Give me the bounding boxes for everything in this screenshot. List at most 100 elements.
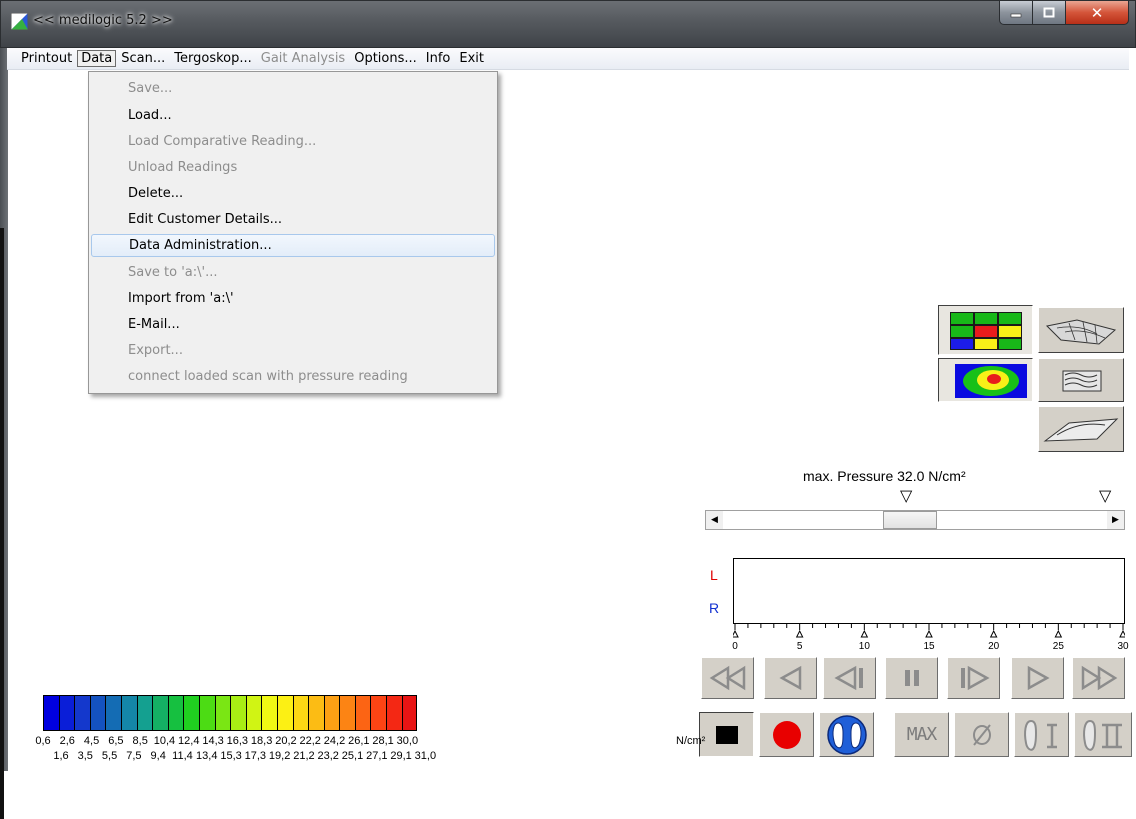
timeline-graph[interactable] xyxy=(733,558,1125,624)
scale-value-bottom: 27,1 xyxy=(366,750,388,762)
stop-icon xyxy=(715,725,738,744)
scale-value-top: 28,1 xyxy=(372,735,394,747)
zero-button[interactable] xyxy=(954,712,1009,757)
grid-zones-view-button[interactable] xyxy=(938,305,1033,355)
menu-item-delete[interactable]: Delete... xyxy=(91,182,495,205)
scale-swatch xyxy=(120,695,137,731)
title-bar: << medilogic 5.2 >> ✕ xyxy=(0,0,1136,48)
zone-grid-icon xyxy=(950,312,1022,350)
tick-marker-icon xyxy=(1054,629,1063,638)
tick-label: 5 xyxy=(796,641,803,652)
menu-item-unload-readings[interactable]: Unload Readings xyxy=(91,156,495,179)
scale-value-bottom: 1,6 xyxy=(53,750,69,762)
scroll-left-arrow[interactable]: ◀ xyxy=(706,511,723,529)
tick-label: 30 xyxy=(1117,641,1129,652)
scale-swatch xyxy=(339,695,355,731)
menu-item-save[interactable]: Save... xyxy=(91,77,495,100)
both-feet-button[interactable] xyxy=(819,712,874,757)
stop-button[interactable] xyxy=(699,712,754,757)
scale-swatch xyxy=(292,695,309,731)
menu-exit[interactable]: Exit xyxy=(455,50,488,67)
menu-data[interactable]: Data xyxy=(77,50,117,67)
scale-value-bottom: 29,1 xyxy=(390,750,412,762)
scale-value-bottom: 5,5 xyxy=(101,750,118,762)
scale-value-top: 10,4 xyxy=(153,735,176,747)
scale-value-bottom: 21,2 xyxy=(293,750,315,762)
contour-icon xyxy=(1062,370,1102,392)
menu-printout[interactable]: Printout xyxy=(17,50,76,67)
scale-swatch xyxy=(58,695,75,731)
max-button[interactable]: MAX xyxy=(894,712,949,757)
timeline-ruler: 0 5 10 15 20 25 30 xyxy=(732,624,1129,654)
scale-value-bottom: 15,3 xyxy=(220,750,242,762)
pause-button[interactable] xyxy=(885,657,938,699)
menu-options[interactable]: Options... xyxy=(350,50,421,67)
minimize-button[interactable] xyxy=(999,1,1033,25)
scale-swatch xyxy=(230,695,246,731)
scale-value-top: 8,5 xyxy=(132,735,148,747)
maximize-button[interactable] xyxy=(1032,1,1066,25)
scroll-thumb[interactable] xyxy=(883,511,937,529)
menu-item-export[interactable]: Export... xyxy=(91,339,495,362)
scale-swatch xyxy=(214,695,231,731)
scale-swatch xyxy=(74,695,90,731)
lower-threshold-marker[interactable]: ▽ xyxy=(900,488,912,504)
menu-item-connect-scan[interactable]: connect loaded scan with pressure readin… xyxy=(91,365,495,388)
scale-swatch xyxy=(276,695,293,731)
close-button[interactable]: ✕ xyxy=(1065,1,1129,25)
scale-swatch xyxy=(152,695,168,731)
step-back-button[interactable] xyxy=(764,657,817,699)
fast-forward-button[interactable] xyxy=(1072,657,1125,699)
left-foot-icon xyxy=(1023,719,1057,751)
app-icon xyxy=(11,13,28,30)
scale-value-top: 4,5 xyxy=(83,735,100,747)
scale-swatch xyxy=(386,695,402,731)
scale-swatch xyxy=(354,695,371,731)
menu-item-load-comparative[interactable]: Load Comparative Reading... xyxy=(91,130,495,153)
fast-forward-icon xyxy=(1081,665,1117,691)
menu-item-import-from-a[interactable]: Import from 'a:\' xyxy=(91,287,495,310)
right-foot-button[interactable] xyxy=(1074,712,1132,757)
right-foot-label: R xyxy=(709,600,720,616)
left-foot-button[interactable] xyxy=(1014,712,1069,757)
heatmap-view-button[interactable] xyxy=(938,358,1033,402)
menu-gait-analysis[interactable]: Gait Analysis xyxy=(257,50,349,67)
scale-swatch xyxy=(136,695,153,731)
frame-forward-button[interactable] xyxy=(947,657,1000,699)
left-foot-label: L xyxy=(710,567,718,583)
scale-value-bottom: 17,3 xyxy=(244,750,267,762)
scale-value-top: 12,4 xyxy=(178,735,200,747)
scroll-right-arrow[interactable]: ▶ xyxy=(1107,511,1124,529)
scale-swatch xyxy=(245,695,262,731)
play-button[interactable] xyxy=(1011,657,1064,699)
tick-marker-icon xyxy=(795,629,804,638)
window-title: << medilogic 5.2 >> xyxy=(33,13,173,28)
menu-item-save-to-a[interactable]: Save to 'a:\'... xyxy=(91,261,495,284)
right-foot-icon xyxy=(1083,719,1122,751)
record-button[interactable] xyxy=(759,712,814,757)
scale-value-top: 30,0 xyxy=(396,735,419,747)
menu-item-email[interactable]: E-Mail... xyxy=(91,313,495,336)
3d-mesh-icon xyxy=(1045,319,1117,345)
menu-item-load[interactable]: Load... xyxy=(91,104,495,127)
play-icon xyxy=(1027,665,1050,691)
menu-item-data-administration[interactable]: Data Administration... xyxy=(91,234,495,257)
maximize-icon xyxy=(1043,7,1055,17)
surface-view-button[interactable] xyxy=(1038,406,1124,452)
contour-view-button[interactable] xyxy=(1038,358,1124,402)
rewind-to-start-button[interactable] xyxy=(701,657,754,699)
menu-scan[interactable]: Scan... xyxy=(117,50,169,67)
close-icon: ✕ xyxy=(1090,3,1104,22)
upper-threshold-marker[interactable]: ▽ xyxy=(1099,488,1111,504)
scale-value-top: 24,2 xyxy=(323,735,346,747)
scale-value-bottom: 7,5 xyxy=(126,750,142,762)
frame-scrollbar[interactable]: ◀ ▶ xyxy=(705,510,1125,530)
menu-tergoskop[interactable]: Tergoskop... xyxy=(170,50,256,67)
menu-item-edit-customer[interactable]: Edit Customer Details... xyxy=(91,208,495,231)
scale-value-bottom: 31,0 xyxy=(414,750,437,762)
3d-mesh-view-button[interactable] xyxy=(1038,307,1124,353)
scale-value-top: 18,3 xyxy=(250,735,273,747)
menu-info[interactable]: Info xyxy=(422,50,455,67)
frame-back-button[interactable] xyxy=(823,657,876,699)
scale-swatch xyxy=(308,695,324,731)
